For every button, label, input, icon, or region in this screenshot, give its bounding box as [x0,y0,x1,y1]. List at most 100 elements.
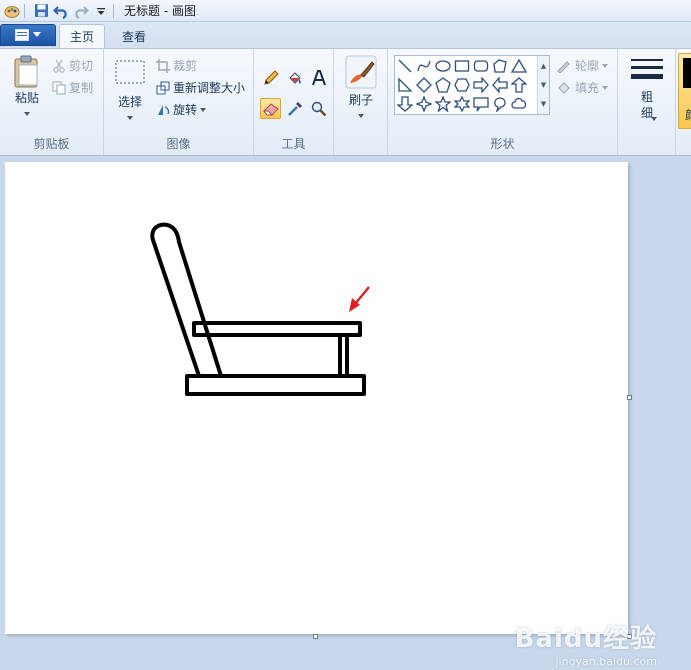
fill-bucket-icon [558,81,570,94]
chevron-down-icon [358,114,364,118]
copy-button[interactable]: 复制 [52,79,93,96]
cut-button[interactable]: 剪切 [52,57,93,74]
outline-button[interactable]: 轮廓 [556,57,609,74]
scissors-icon [53,59,65,73]
color-picker-tool[interactable] [284,98,305,119]
clipboard-icon [14,55,38,88]
copy-label: 复制 [69,81,94,95]
chevron-down-icon [651,117,657,121]
menu-icon [15,29,29,41]
four-point-star-shape-icon[interactable] [415,95,433,113]
paint-app-icon[interactable] [4,3,20,19]
hexagon-shape-icon[interactable] [453,76,471,94]
scroll-down-icon[interactable]: ▼ [538,75,549,94]
polygon-shape-icon[interactable] [491,57,509,75]
shapes-gallery[interactable]: ▲ ▼ ▼ [394,55,550,115]
curve-shape-icon[interactable] [415,57,433,75]
chevron-down-icon [200,107,207,112]
rotate-button[interactable]: 旋转 [156,101,207,118]
crop-icon [156,58,170,73]
left-arrow-shape-icon[interactable] [491,76,509,94]
copy-icon [52,81,66,94]
cloud-callout-shape-icon[interactable] [510,95,528,113]
paste-button[interactable]: 粘贴 [8,55,46,116]
six-point-star-shape-icon[interactable] [453,95,471,113]
size-group: 粗细 [618,49,676,155]
right-arrow-shape-icon[interactable] [472,76,490,94]
cut-label: 剪切 [69,59,94,73]
window-title: 无标题 - 画图 [124,4,196,18]
down-arrow-shape-icon[interactable] [396,95,414,113]
magnifier-tool[interactable] [308,98,329,119]
expand-gallery-icon[interactable]: ▼ [538,94,549,113]
color-picker-icon [287,101,302,116]
resize-handle-right[interactable] [627,395,632,400]
tab-home[interactable]: 主页 [59,24,106,48]
drawing-canvas[interactable] [5,162,628,634]
chevron-down-icon [24,112,30,116]
rect-callout-shape-icon[interactable] [472,95,490,113]
shapes-group-label: 形状 [490,137,515,151]
pencil-icon [263,69,279,85]
text-tool[interactable] [308,67,329,88]
tab-view-label: 查看 [122,29,147,44]
chair-backrest [150,222,223,378]
resize-handle-bottom[interactable] [313,634,318,639]
resize-button[interactable]: 重新调整大小 [156,79,245,96]
chair-seat [192,321,362,337]
clipboard-group-label: 剪贴板 [33,137,70,151]
watermark-brand: Baidu经验 [514,624,657,654]
tools-group-label: 工具 [281,137,306,151]
outline-brush-icon [557,60,570,73]
magnifier-icon [311,101,326,116]
outline-label: 轮廓 [575,59,600,73]
five-point-star-shape-icon[interactable] [434,95,452,113]
tools-group: 工具 [254,49,334,155]
pencil-tool[interactable] [260,67,281,88]
line-width-icon [631,59,663,79]
annotation-arrow [349,286,370,312]
separator [24,3,25,18]
right-triangle-shape-icon[interactable] [396,76,414,94]
resize-label: 重新调整大小 [173,81,246,95]
pentagon-shape-icon[interactable] [434,76,452,94]
oval-shape-icon[interactable] [434,57,452,75]
fill-tool[interactable] [284,67,305,88]
baidu-watermark: Baidu经验 jingyan.baidu.com [515,618,657,668]
tab-home-label: 主页 [70,30,95,44]
up-arrow-shape-icon[interactable] [510,76,528,94]
triangle-shape-icon[interactable] [510,57,528,75]
select-label: 选择 [117,95,142,109]
rounded-rectangle-shape-icon[interactable] [472,57,490,75]
chevron-down-icon [33,32,41,37]
redo-icon[interactable] [73,3,89,19]
color1-button[interactable]: 颜 [678,53,691,129]
save-icon[interactable] [33,3,49,19]
undo-icon[interactable] [53,3,69,19]
ribbon-panel: 粘贴 剪切 复制 剪贴板 选择 裁剪 重新调整大小 旋转 图像 工具 刷子 形状… [0,48,691,156]
resize-icon [156,81,170,94]
diamond-shape-icon[interactable] [415,76,433,94]
size-button[interactable]: 粗细 [628,57,666,121]
canvas-workspace[interactable]: Baidu经验 jingyan.baidu.com [0,157,691,670]
fill-button[interactable]: 填充 [556,79,609,96]
paste-label: 粘贴 [14,91,39,105]
brushes-button[interactable]: 刷子 [343,55,379,118]
title-bar: 无标题 - 画图 [0,0,691,22]
select-button[interactable]: 选择 [112,59,148,120]
customize-toolbar-icon[interactable] [93,3,109,19]
brushes-group: 刷子 [334,49,388,155]
crop-button[interactable]: 裁剪 [156,57,197,74]
shapes-scrollbar[interactable]: ▲ ▼ ▼ [537,56,549,114]
tab-view[interactable]: 查看 [112,24,156,48]
app-menu-button[interactable] [0,24,56,46]
color1-label: 颜 [685,106,691,123]
line-shape-icon[interactable] [396,57,414,75]
selection-rectangle-icon [115,60,145,84]
brushes-label: 刷子 [348,93,373,107]
rotate-label: 旋转 [173,103,198,117]
eraser-tool[interactable] [260,98,281,119]
rectangle-shape-icon[interactable] [453,57,471,75]
scroll-up-icon[interactable]: ▲ [538,56,549,75]
oval-callout-shape-icon[interactable] [491,95,509,113]
